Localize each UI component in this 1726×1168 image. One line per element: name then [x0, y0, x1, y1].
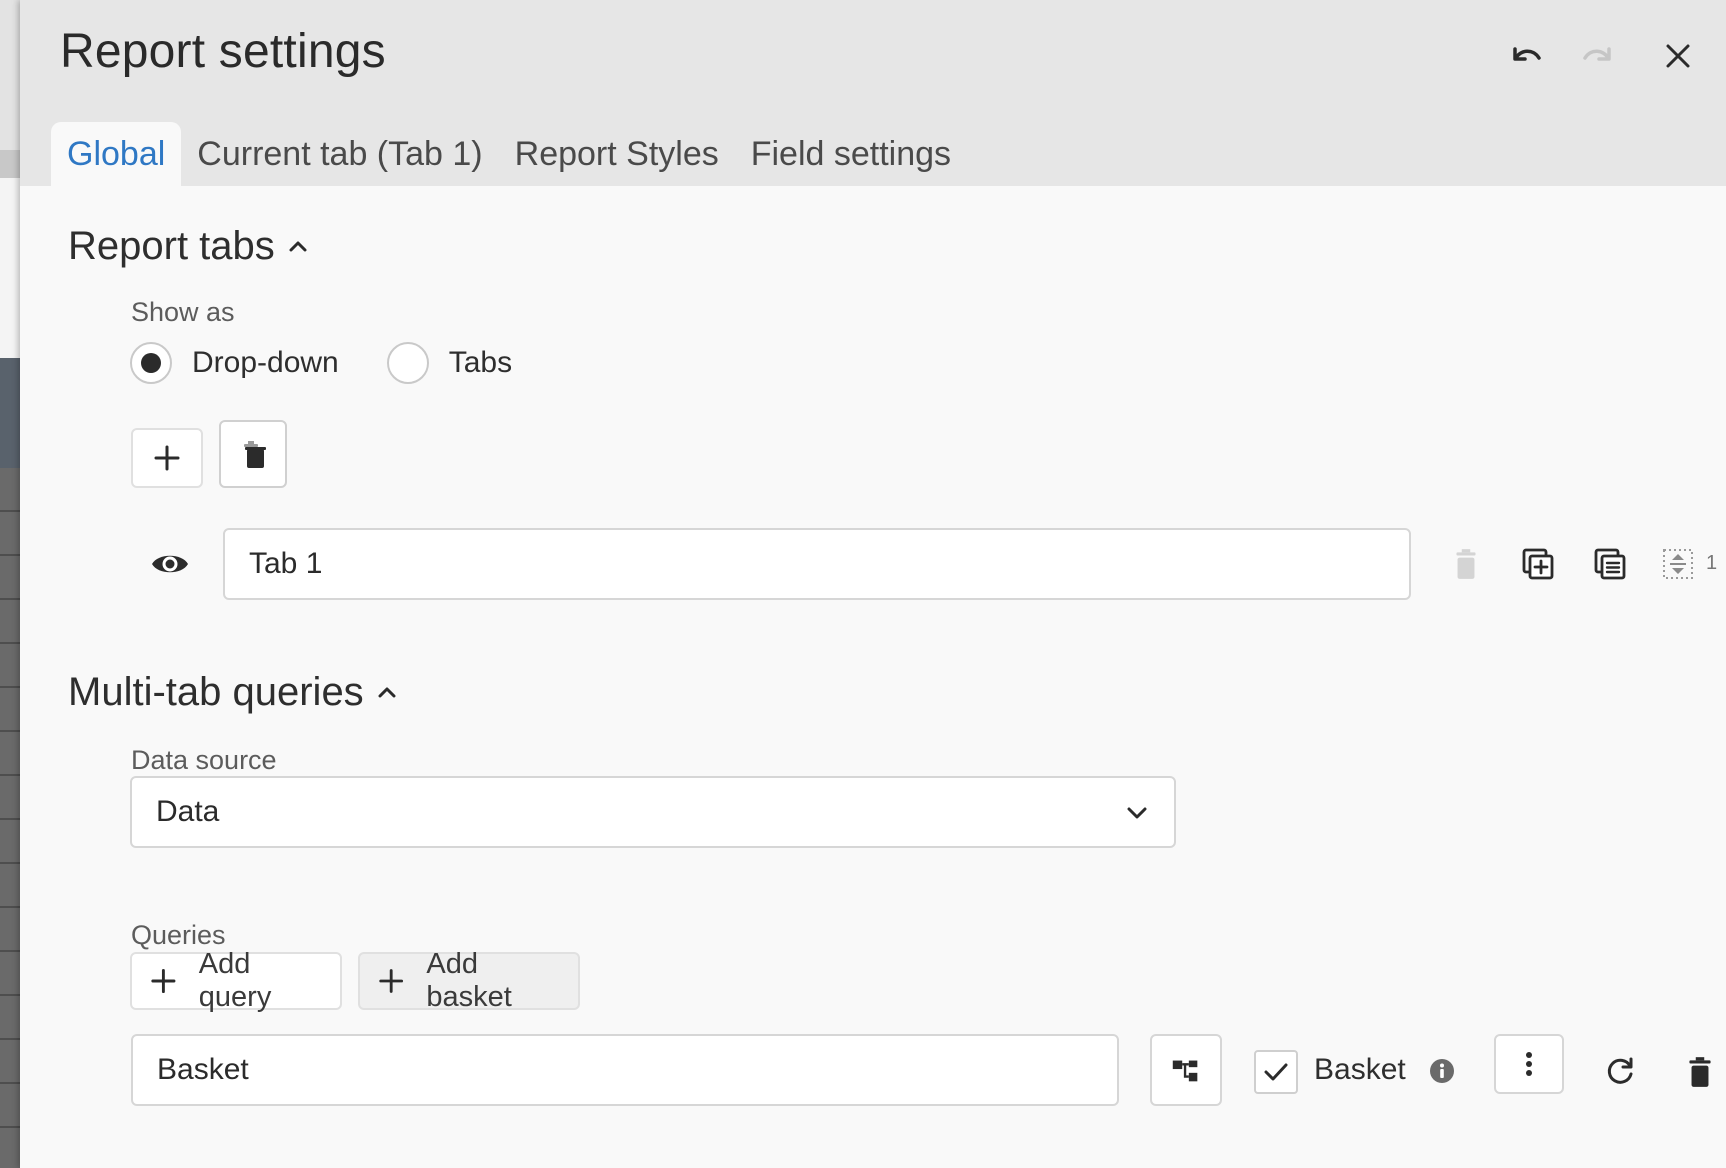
trash-icon — [1689, 1057, 1711, 1087]
report-tabs-title: Report tabs — [68, 224, 275, 268]
add-basket-button[interactable]: Add basket — [358, 948, 580, 1013]
background-app-grid — [0, 468, 20, 1168]
delete-tabs-button[interactable] — [219, 420, 287, 488]
background-app-bar — [0, 150, 20, 178]
basket-checkbox[interactable] — [1254, 1050, 1298, 1094]
reorder-handle[interactable] — [1656, 542, 1700, 586]
show-as-label: Show as — [131, 297, 235, 327]
visibility-toggle[interactable] — [144, 542, 196, 586]
radio-tabs[interactable]: Tabs — [386, 342, 513, 384]
background-app — [0, 0, 20, 1168]
add-tab-button[interactable] — [131, 428, 203, 488]
tab-order-number: 1 — [1706, 552, 1718, 574]
chevron-up-icon — [378, 687, 396, 697]
query-hierarchy-button[interactable] — [1150, 1034, 1222, 1106]
data-source-value: Data — [156, 795, 220, 828]
report-tabs-section-toggle[interactable]: Report tabs — [68, 224, 311, 269]
eye-icon — [152, 555, 188, 573]
data-source-label: Data source — [131, 745, 277, 775]
query-name-input[interactable]: Basket — [131, 1034, 1119, 1106]
plus-icon — [151, 968, 176, 994]
dialog-title: Report settings — [60, 25, 386, 78]
basket-checkbox-label: Basket — [1314, 1053, 1406, 1086]
drag-sort-icon — [1663, 549, 1693, 579]
radio-label: Drop-down — [192, 346, 339, 379]
refresh-query-button[interactable] — [1598, 1050, 1642, 1094]
delete-query-button[interactable] — [1678, 1050, 1722, 1094]
delete-tab-button[interactable] — [1446, 544, 1486, 584]
duplicate-tab-button[interactable] — [1516, 542, 1560, 586]
chevron-down-icon — [1127, 807, 1147, 819]
radio-button[interactable] — [386, 342, 429, 384]
background-app-canvas — [0, 178, 20, 358]
trash-icon — [1456, 549, 1476, 579]
queries-label: Queries — [131, 920, 226, 950]
checkmark-icon — [1264, 1063, 1288, 1081]
add-query-button[interactable]: Add query — [130, 948, 342, 1013]
data-source-select[interactable]: Data — [130, 776, 1176, 848]
radio-button[interactable] — [130, 342, 172, 384]
radio-label: Tabs — [448, 346, 513, 379]
close-icon — [1666, 44, 1690, 68]
hierarchy-icon — [1172, 1060, 1198, 1082]
more-vertical-icon — [1526, 1052, 1532, 1076]
trash-icon — [244, 441, 266, 468]
tab-current-tab[interactable]: Current tab (Tab 1) — [181, 122, 498, 186]
refresh-icon — [1607, 1057, 1633, 1084]
report-settings-dialog: Report settings Global Current tab (Tab … — [20, 0, 1726, 1168]
add-query-label: Add query — [198, 948, 272, 1013]
plus-icon — [379, 969, 404, 993]
add-basket-label: Add basket — [426, 948, 512, 1013]
info-icon[interactable] — [1428, 1057, 1456, 1085]
plus-icon — [154, 445, 180, 471]
copy-list-icon — [1594, 548, 1626, 580]
chevron-up-icon — [289, 241, 307, 251]
query-more-button[interactable] — [1494, 1034, 1564, 1094]
tab-global[interactable]: Global — [51, 122, 182, 186]
copy-tab-button[interactable] — [1588, 542, 1632, 586]
undo-icon — [1513, 47, 1541, 61]
radio-drop-down[interactable]: Drop-down — [130, 342, 339, 384]
multi-tab-queries-section-toggle[interactable]: Multi-tab queries — [68, 670, 400, 715]
settings-tabs: Global Current tab (Tab 1) Report Styles… — [51, 122, 967, 186]
show-as-radio-group: Drop-down Tabs — [130, 342, 560, 384]
tab-field-settings[interactable]: Field settings — [735, 122, 967, 186]
background-app-toolbar — [0, 0, 20, 150]
radio-selected-dot — [141, 353, 161, 373]
redo-icon — [1583, 47, 1611, 61]
multi-tab-queries-title: Multi-tab queries — [68, 670, 364, 714]
close-button[interactable] — [1652, 30, 1704, 82]
dialog-header: Report settings Global Current tab (Tab … — [20, 0, 1726, 186]
copy-add-icon — [1522, 548, 1554, 580]
redo-button[interactable] — [1572, 30, 1624, 82]
tab-name-input[interactable]: Tab 1 — [223, 528, 1411, 600]
tab-report-styles[interactable]: Report Styles — [499, 122, 735, 186]
undo-button[interactable] — [1500, 30, 1552, 82]
background-app-selection — [0, 358, 20, 468]
